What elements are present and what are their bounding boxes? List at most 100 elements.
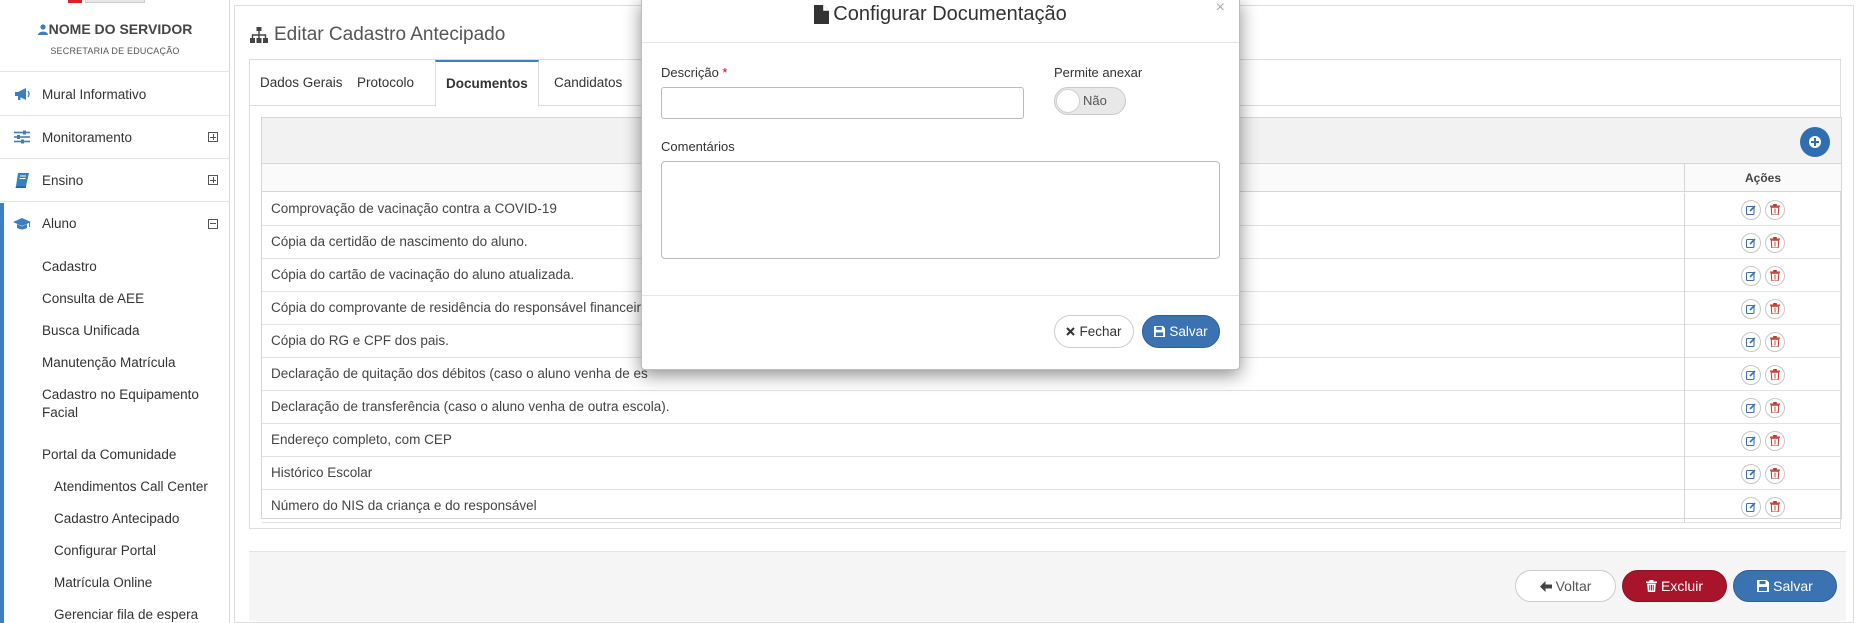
user-name: NOME DO SERVIDOR (48, 21, 193, 37)
permite-anexar-toggle[interactable]: Não (1054, 87, 1126, 115)
comentarios-textarea[interactable] (661, 161, 1220, 259)
back-button-label: Voltar (1555, 578, 1592, 594)
user-name-row: NOME DO SERVIDOR (0, 21, 230, 37)
edit-icon[interactable] (1741, 265, 1761, 286)
edit-icon[interactable] (1741, 232, 1761, 253)
sidebar-subitem-cadastro-antecipado[interactable]: Cadastro Antecipado (54, 511, 179, 526)
save-button[interactable]: Salvar (1733, 570, 1837, 602)
edit-icon[interactable] (1741, 364, 1761, 385)
document-description: Declaração de transferência (caso o alun… (271, 399, 670, 414)
descricao-input[interactable] (661, 87, 1024, 119)
collapse-icon[interactable] (208, 218, 218, 229)
permite-anexar-label: Permite anexar (1054, 65, 1143, 80)
comentarios-label: Comentários (661, 139, 735, 154)
row-actions (1684, 226, 1841, 259)
trash-icon[interactable] (1765, 298, 1785, 319)
row-actions (1684, 490, 1841, 523)
floppy-icon (1154, 326, 1166, 337)
user-icon (37, 24, 48, 35)
expand-icon[interactable] (208, 132, 218, 142)
book-icon (12, 172, 32, 188)
row-actions (1684, 457, 1841, 490)
modal-title: Configurar Documentação (642, 1, 1239, 41)
back-button[interactable]: Voltar (1515, 570, 1616, 602)
trash-icon (1645, 580, 1657, 592)
required-marker: * (722, 65, 728, 80)
add-document-button[interactable] (1800, 127, 1830, 157)
actions-column-header: Ações (1684, 164, 1841, 192)
close-icon[interactable]: × (1216, 0, 1225, 17)
row-actions (1684, 325, 1841, 358)
sidebar-item-label: Ensino (42, 172, 84, 188)
table-row: Histórico Escolar (262, 457, 1841, 490)
modal-header-divider (642, 42, 1239, 43)
sliders-icon (12, 129, 32, 145)
sidebar-subitem-portal-comunidade[interactable]: Portal da Comunidade (42, 447, 176, 462)
trash-icon[interactable] (1765, 199, 1785, 220)
graduation-cap-icon (12, 216, 32, 232)
sidebar-subitem-consulta-aee[interactable]: Consulta de AEE (42, 291, 144, 306)
delete-button[interactable]: Excluir (1622, 570, 1727, 602)
trash-icon[interactable] (1765, 397, 1785, 418)
expand-icon[interactable] (208, 175, 218, 185)
x-icon (1066, 327, 1076, 336)
table-row: Declaração de transferência (caso o alun… (262, 391, 1841, 424)
trash-icon[interactable] (1765, 430, 1785, 451)
row-actions (1684, 292, 1841, 325)
toggle-knob (1056, 89, 1080, 113)
row-actions (1684, 193, 1841, 226)
sitemap-icon (250, 27, 268, 43)
sidebar-subitem-cadastro-equipamento[interactable]: Cadastro no Equipamento (42, 387, 199, 402)
user-department: SECRETARIA DE EDUCAÇÃO (50, 46, 180, 56)
tab-documentos[interactable]: Documentos (435, 60, 539, 107)
user-box: NOME DO SERVIDOR SECRETARIA DE EDUCAÇÃO (0, 0, 230, 72)
table-row: Número do NIS da criança e do responsáve… (262, 490, 1841, 523)
sidebar-subitem-configurar-portal[interactable]: Configurar Portal (54, 543, 156, 558)
close-modal-button[interactable]: Fechar (1054, 315, 1134, 348)
tab-candidatos[interactable]: Candidatos (544, 60, 632, 106)
sidebar-subitem-fila-espera[interactable]: Gerenciar fila de espera (54, 607, 198, 622)
sidebar-item-label: Aluno (42, 216, 77, 231)
sidebar-subitem-atendimentos[interactable]: Atendimentos Call Center (54, 479, 208, 494)
page-title: Editar Cadastro Antecipado (250, 24, 505, 46)
row-actions (1684, 358, 1841, 391)
edit-icon[interactable] (1741, 298, 1761, 319)
document-description: Endereço completo, com CEP (271, 432, 452, 447)
sidebar-item-aluno[interactable]: Aluno (0, 202, 230, 245)
edit-icon[interactable] (1741, 463, 1761, 484)
modal-save-label: Salvar (1169, 324, 1208, 339)
edit-icon[interactable] (1741, 496, 1761, 517)
sidebar-subitem-manutencao-matricula[interactable]: Manutenção Matrícula (42, 355, 176, 370)
sidebar-subitem-busca-unificada[interactable]: Busca Unificada (42, 323, 140, 338)
sidebar: NOME DO SERVIDOR SECRETARIA DE EDUCAÇÃO … (0, 0, 230, 623)
trash-icon[interactable] (1765, 496, 1785, 517)
sidebar-subitem-matricula-online[interactable]: Matrícula Online (54, 575, 152, 590)
row-actions (1684, 424, 1841, 457)
arrow-left-icon (1539, 580, 1552, 592)
sidebar-item-ensino[interactable]: Ensino (0, 159, 230, 202)
tab-protocolo[interactable]: Protocolo (347, 60, 424, 106)
trash-icon[interactable] (1765, 265, 1785, 286)
sidebar-item-mural[interactable]: Mural Informativo (0, 73, 230, 116)
trash-icon[interactable] (1765, 463, 1785, 484)
document-description: Declaração de quitação dos débitos (caso… (271, 366, 648, 381)
modal-footer-divider (642, 295, 1239, 296)
sidebar-item-monitoramento[interactable]: Monitoramento (0, 116, 230, 159)
edit-icon[interactable] (1741, 430, 1761, 451)
file-icon (814, 5, 830, 24)
edit-icon[interactable] (1741, 331, 1761, 352)
edit-icon[interactable] (1741, 397, 1761, 418)
configure-documentation-modal: Configurar Documentação × Descrição * Pe… (641, 0, 1240, 370)
trash-icon[interactable] (1765, 232, 1785, 253)
modal-save-button[interactable]: Salvar (1142, 315, 1220, 348)
sidebar-subitem-cadastro[interactable]: Cadastro (42, 259, 97, 274)
document-description: Cópia do RG e CPF dos pais. (271, 333, 449, 348)
trash-icon[interactable] (1765, 331, 1785, 352)
megaphone-icon (12, 86, 32, 102)
tab-dados-gerais[interactable]: Dados Gerais (250, 60, 353, 106)
document-description: Número do NIS da criança e do responsáve… (271, 498, 537, 513)
edit-icon[interactable] (1741, 199, 1761, 220)
trash-icon[interactable] (1765, 364, 1785, 385)
sidebar-subitem-facial[interactable]: Facial (42, 405, 78, 420)
row-actions (1684, 259, 1841, 292)
